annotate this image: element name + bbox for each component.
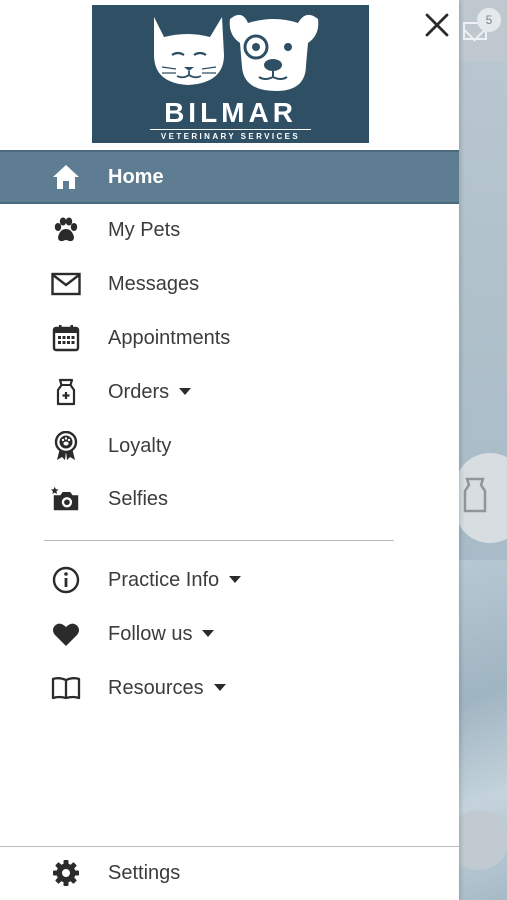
menu-label-home: Home [108, 166, 164, 188]
info-icon [50, 566, 82, 594]
menu-item-follow-us[interactable]: Follow us [0, 607, 459, 661]
menu-text-practice-info: Practice Info [108, 569, 220, 591]
gear-icon [50, 859, 82, 887]
heart-icon [50, 620, 82, 648]
chevron-down-icon [213, 684, 226, 692]
background-app: 5 [459, 0, 507, 900]
menu-label-orders: Orders [108, 365, 192, 419]
menu-item-settings[interactable]: Settings [0, 846, 459, 900]
envelope-icon [50, 270, 82, 298]
orders-shortcut-button[interactable] [459, 453, 507, 543]
menu-label-follow-us: Follow us [108, 607, 215, 661]
menu-item-practice-info[interactable]: Practice Info [0, 553, 459, 607]
floating-action-button[interactable] [459, 810, 507, 870]
menu-label-loyalty: Loyalty [108, 435, 172, 457]
menu-text-orders: Orders [108, 381, 170, 403]
menu-label-messages: Messages [108, 273, 200, 295]
menu-item-orders[interactable]: Orders [0, 365, 459, 419]
open-book-icon [50, 674, 82, 702]
camera-icon [50, 485, 82, 513]
menu-label-my-pets: My Pets [108, 219, 181, 241]
menu-item-loyalty[interactable]: Loyalty [0, 419, 459, 473]
logo-subtitle: VETERINARY SERVICES [160, 132, 301, 141]
logo-underline [150, 129, 311, 130]
menu-label-settings: Settings [108, 862, 181, 884]
close-button[interactable] [420, 8, 454, 42]
menu-item-resources[interactable]: Resources [0, 661, 459, 715]
home-icon [50, 163, 82, 191]
menu-item-my-pets[interactable]: My Pets [0, 203, 459, 257]
award-ribbon-icon [50, 431, 82, 460]
chevron-down-icon [229, 576, 242, 584]
menu-label-selfies: Selfies [108, 488, 169, 510]
menu-item-messages[interactable]: Messages [0, 257, 459, 311]
menu-text-follow-us: Follow us [108, 623, 193, 645]
practice-logo: BILMAR VETERINARY SERVICES [92, 5, 369, 143]
menu-label-practice-info: Practice Info [108, 553, 242, 607]
paw-icon [50, 216, 82, 244]
chevron-down-icon [202, 630, 215, 638]
cat-dog-logo-icon [154, 14, 319, 91]
mail-badge: 5 [477, 8, 501, 32]
menu-label-appointments: Appointments [108, 327, 231, 349]
close-icon [425, 13, 449, 37]
food-bag-icon [463, 477, 487, 513]
logo-brand-name: BILMAR [164, 97, 297, 128]
menu-item-appointments[interactable]: Appointments [0, 311, 459, 365]
chevron-down-icon [179, 388, 192, 396]
calendar-icon [50, 324, 82, 352]
food-bag-icon [50, 378, 82, 406]
menu-divider [44, 540, 394, 541]
menu-text-resources: Resources [108, 677, 204, 699]
navigation-drawer: BILMAR VETERINARY SERVICES Home My Pets [0, 0, 459, 900]
menu-item-home[interactable]: Home [0, 150, 459, 204]
menu-item-selfies[interactable]: Selfies [0, 472, 459, 526]
menu-label-resources: Resources [108, 661, 226, 715]
